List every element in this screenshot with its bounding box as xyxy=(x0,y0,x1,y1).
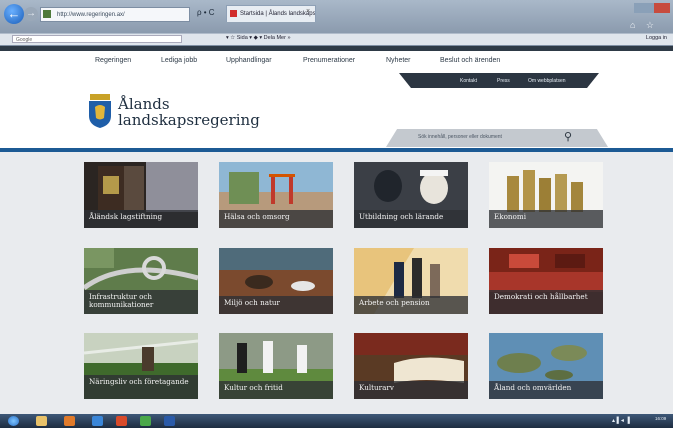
tile-lagstiftning[interactable]: Åländsk lagstiftning xyxy=(84,162,198,228)
tile-label: Demokrati och hållbarhet xyxy=(489,290,603,314)
tile-miljo[interactable]: Miljö och natur xyxy=(219,248,333,314)
nav-item-lediga-jobb[interactable]: Lediga jobb xyxy=(161,57,197,64)
tile-label: Åland och omvärlden xyxy=(489,381,603,399)
tile-label: Kulturarv xyxy=(354,381,468,399)
start-button-icon[interactable] xyxy=(8,416,19,426)
tile-label: Arbete och pension xyxy=(354,296,468,314)
logo-text-line2[interactable]: landskapsregering xyxy=(118,111,260,129)
tile-label: Infrastruktur och kommunikationer xyxy=(84,290,198,314)
command-bar-menu[interactable]: ▾ ☆ Sida ▾ ◆ ▾ Dela Mer » xyxy=(226,35,291,41)
crest-logo-icon[interactable] xyxy=(87,94,113,128)
tile-demokrati[interactable]: Demokrati och hållbarhet xyxy=(489,248,603,314)
home-favorites-icon[interactable]: ⌂ ☆ xyxy=(630,20,658,31)
chrome-icon[interactable] xyxy=(140,416,151,426)
tile-label: Näringsliv och företagande xyxy=(84,375,198,399)
system-tray-icons[interactable]: ▴ ▌◂ ▐ xyxy=(612,417,630,424)
firefox-icon[interactable] xyxy=(116,416,127,426)
search-icon[interactable]: ⚲ xyxy=(564,130,572,143)
site-favicon-icon xyxy=(43,10,51,18)
browser-tab[interactable]: Startsida | Ålands landskaps... xyxy=(226,5,316,22)
address-bar-controls[interactable]: ρ • C xyxy=(197,8,215,17)
tile-ekonomi[interactable]: Ekonomi xyxy=(489,162,603,228)
nav-item-prenumerationer[interactable]: Prenumerationer xyxy=(303,57,355,64)
taskbar-clock[interactable]: 16:09 xyxy=(655,416,666,421)
media-player-icon[interactable] xyxy=(64,416,75,426)
window-controls[interactable] xyxy=(634,3,670,13)
tile-label: Kultur och fritid xyxy=(219,381,333,399)
tile-label: Åländsk lagstiftning xyxy=(84,210,198,228)
forward-button[interactable]: → xyxy=(24,7,38,21)
tile-label: Miljö och natur xyxy=(219,296,333,314)
file-explorer-icon[interactable] xyxy=(36,416,47,426)
tab-favicon-icon xyxy=(230,10,237,17)
tile-label: Hälsa och omsorg xyxy=(219,210,333,228)
nav-item-beslut[interactable]: Beslut och ärenden xyxy=(440,57,500,64)
tile-kulturarv[interactable]: Kulturarv xyxy=(354,333,468,399)
tile-label: Utbildning och lärande xyxy=(354,210,468,228)
login-link[interactable]: Logga in xyxy=(646,35,667,41)
google-search-field[interactable]: Google xyxy=(12,35,182,43)
subnav-item-om-webbplatsen[interactable]: Om webbplatsen xyxy=(528,78,566,84)
tile-kultur-fritid[interactable]: Kultur och fritid xyxy=(219,333,333,399)
tile-utbildning[interactable]: Utbildning och lärande xyxy=(354,162,468,228)
word-icon[interactable] xyxy=(164,416,175,426)
back-button[interactable]: ← xyxy=(4,4,24,24)
nav-item-upphandlingar[interactable]: Upphandlingar xyxy=(226,57,272,64)
subnav-item-press[interactable]: Press xyxy=(497,78,510,84)
search-placeholder: Sök innehåll, personer eller dokument xyxy=(418,134,502,140)
nav-item-nyheter[interactable]: Nyheter xyxy=(386,57,411,64)
tile-naringsliv[interactable]: Näringsliv och företagande xyxy=(84,333,198,399)
tile-label: Ekonomi xyxy=(489,210,603,228)
subnav-item-kontakt[interactable]: Kontakt xyxy=(460,78,477,84)
internet-explorer-icon[interactable] xyxy=(92,416,103,426)
tile-aland-omvarlden[interactable]: Åland och omvärlden xyxy=(489,333,603,399)
command-bar: Google ▾ ☆ Sida ▾ ◆ ▾ Dela Mer » Logga i… xyxy=(0,33,673,45)
tile-infrastruktur[interactable]: Infrastruktur och kommunikationer xyxy=(84,248,198,314)
nav-item-regeringen[interactable]: Regeringen xyxy=(95,57,131,64)
address-bar[interactable]: http://www.regeringen.ax/ xyxy=(40,7,190,22)
tab-close-icon[interactable]: × xyxy=(306,8,310,15)
tile-halsa[interactable]: Hälsa och omsorg xyxy=(219,162,333,228)
tile-arbete[interactable]: Arbete och pension xyxy=(354,248,468,314)
